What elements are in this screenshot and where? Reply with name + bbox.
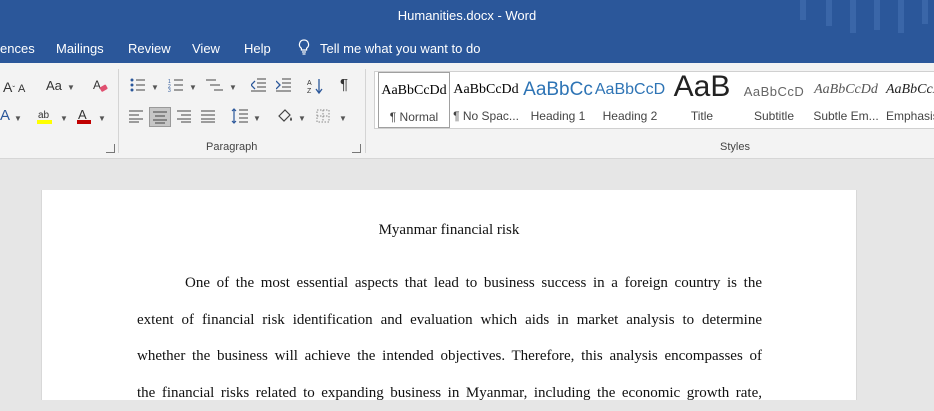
decrease-indent-icon[interactable] [251,78,267,92]
tab-references[interactable]: ences [0,41,35,56]
align-left-icon[interactable] [129,110,144,123]
ribbon-tabs: ences Mailings Review View Help Tell me … [0,33,934,63]
style-preview: AaBbCcDd [450,82,522,98]
text-effects-icon[interactable]: A [0,108,10,124]
titlebar-decoration [850,0,856,33]
align-center-button[interactable] [149,107,171,127]
justify-icon[interactable] [201,110,216,123]
increase-indent-icon[interactable] [276,78,292,92]
titlebar-decoration [874,0,880,30]
style-label: ¶ No Spac... [450,109,522,123]
chevron-down-icon[interactable]: ▼ [98,114,106,123]
style-subtle-emphasis[interactable]: AaBbCcDd Subtle Em... [810,72,882,128]
chevron-down-icon[interactable]: ▼ [298,114,306,123]
svg-text:Z: Z [307,88,312,95]
style-heading-1[interactable]: AaBbCc Heading 1 [522,72,594,128]
font-color-icon[interactable]: A [76,107,92,125]
style-emphasis[interactable]: AaBbCcDd Emphasis [882,72,934,128]
svg-text:3: 3 [168,88,171,92]
show-formatting-marks-icon[interactable]: ¶ [340,77,348,93]
style-preview: AaB [666,70,738,104]
text-line: One of the most essential aspects that l… [137,265,762,302]
numbering-icon[interactable]: 123 [168,78,184,92]
svg-text:A: A [93,78,101,92]
highlight-color-icon[interactable]: ab [36,107,54,125]
style-label: Heading 2 [594,109,666,123]
chevron-down-icon[interactable]: ▼ [67,83,75,92]
paragraph-group-label: Paragraph [206,141,257,153]
text-line: the financial risks related to expanding… [137,375,762,411]
multilevel-list-icon[interactable] [206,78,224,92]
titlebar-decoration [800,0,806,20]
shrink-font-icon[interactable]: Aˇ [3,79,15,98]
styles-group-label: Styles [720,141,750,153]
style-label: Subtle Em... [810,109,882,123]
tab-help[interactable]: Help [244,41,271,56]
chevron-down-icon[interactable]: ▼ [189,83,197,92]
style-label: Subtitle [738,109,810,123]
change-case-icon[interactable]: Aa [46,78,62,94]
tab-view[interactable]: View [192,41,220,56]
style-preview: AaBbCcD [594,81,666,99]
chevron-down-icon[interactable]: ▼ [151,83,159,92]
text-line: whether the business will achieve the in… [137,338,762,375]
group-separator [118,69,119,153]
style-title[interactable]: AaB Title [666,72,738,128]
ribbon: Aˇ A Aa ▼ A A ▼ ab ▼ A ▼ ▼ 123 ▼ ▼ AZ ¶ [0,63,934,159]
chevron-down-icon[interactable]: ▼ [339,114,347,123]
sort-icon[interactable]: AZ [307,77,323,95]
title-bar: Humanities.docx - Word [0,0,934,33]
svg-text:A: A [78,107,87,122]
style-preview: AaBbCcD [738,84,810,99]
font-dialog-launcher[interactable] [106,144,115,153]
clear-formatting-icon[interactable]: A [92,77,108,93]
borders-icon[interactable] [316,109,330,123]
style-preview: AaBbCcDd [379,83,449,99]
document-page[interactable]: Myanmar financial risk One of the most e… [41,190,857,400]
tell-me-label: Tell me what you want to do [320,41,480,56]
shading-icon[interactable] [276,108,294,124]
style-preview: AaBbCc [522,79,594,101]
text-line: extent of financial risk identification … [137,302,762,339]
group-separator [365,69,366,153]
lightbulb-icon [298,39,310,58]
bullets-icon[interactable] [130,78,146,92]
style-preview: AaBbCcDd [882,82,934,98]
align-right-icon[interactable] [177,110,192,123]
chevron-down-icon[interactable]: ▼ [253,114,261,123]
line-spacing-icon[interactable] [231,108,249,124]
chevron-down-icon[interactable]: ▼ [229,83,237,92]
style-label: Title [666,109,738,123]
titlebar-decoration [898,0,904,33]
chevron-down-icon[interactable]: ▼ [14,114,22,123]
tell-me-search[interactable]: Tell me what you want to do [298,39,480,58]
chevron-down-icon[interactable]: ▼ [60,114,68,123]
svg-text:A: A [307,80,312,87]
style-label: ¶ Normal [379,110,449,124]
document-paragraph: One of the most essential aspects that l… [137,265,762,411]
window-title: Humanities.docx - Word [0,8,934,23]
styles-gallery: AaBbCcDd ¶ Normal AaBbCcDd ¶ No Spac... … [374,71,934,129]
style-preview: AaBbCcDd [810,82,882,98]
style-heading-2[interactable]: AaBbCcD Heading 2 [594,72,666,128]
svg-text:ab: ab [38,110,50,121]
paragraph-dialog-launcher[interactable] [352,144,361,153]
tab-review[interactable]: Review [128,41,171,56]
style-no-spacing[interactable]: AaBbCcDd ¶ No Spac... [450,72,522,128]
titlebar-decoration [922,0,928,24]
style-subtitle[interactable]: AaBbCcD Subtitle [738,72,810,128]
font-small-icon[interactable]: A [18,81,25,97]
style-label: Heading 1 [522,109,594,123]
titlebar-decoration [826,0,832,26]
document-title: Myanmar financial risk [42,222,856,239]
tab-mailings[interactable]: Mailings [56,41,104,56]
style-label: Emphasis [882,109,934,123]
style-normal[interactable]: AaBbCcDd ¶ Normal [378,72,450,128]
